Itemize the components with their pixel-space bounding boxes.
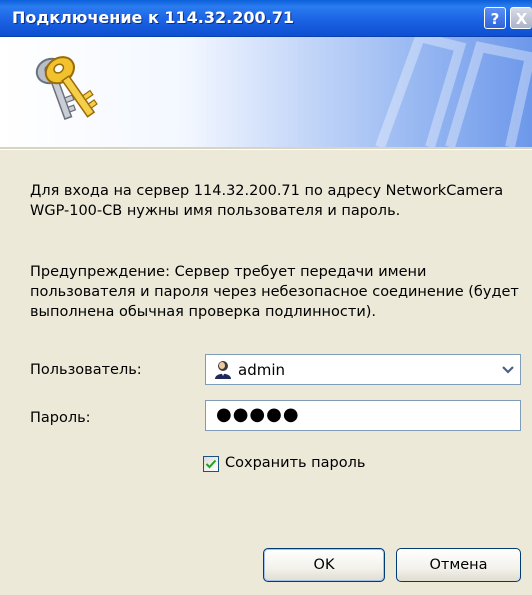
remember-password-checkbox[interactable] xyxy=(203,456,219,472)
header-banner xyxy=(0,37,532,147)
username-combobox[interactable]: admin xyxy=(205,354,521,385)
title-bar[interactable]: Подключение к 114.32.200.71 ? X xyxy=(0,0,532,37)
keys-icon xyxy=(35,56,98,120)
banner-decoration xyxy=(375,37,532,147)
password-field[interactable]: ●●●●● xyxy=(205,400,521,431)
login-prompt-text: Для входа на сервер 114.32.200.71 по адр… xyxy=(30,183,504,219)
username-value: admin xyxy=(238,361,285,379)
user-icon xyxy=(215,361,231,379)
window-title: Подключение к 114.32.200.71 xyxy=(12,8,294,27)
remember-password-label[interactable]: Сохранить пароль xyxy=(225,455,365,471)
help-button[interactable]: ? xyxy=(484,7,506,29)
chevron-down-icon[interactable] xyxy=(500,362,516,378)
close-button[interactable]: X xyxy=(510,7,532,29)
cancel-button[interactable]: Отмена xyxy=(396,548,521,582)
ok-button[interactable]: OK xyxy=(263,548,385,582)
security-warning-text: Предупреждение: Сервер требует передачи … xyxy=(30,264,519,320)
username-label: Пользователь: xyxy=(30,362,142,378)
password-label: Пароль: xyxy=(30,410,91,426)
banner-divider xyxy=(0,147,532,150)
checkmark-icon xyxy=(205,459,217,469)
password-mask: ●●●●● xyxy=(216,404,300,425)
login-dialog: Подключение к 114.32.200.71 ? X Для вход… xyxy=(0,0,532,595)
